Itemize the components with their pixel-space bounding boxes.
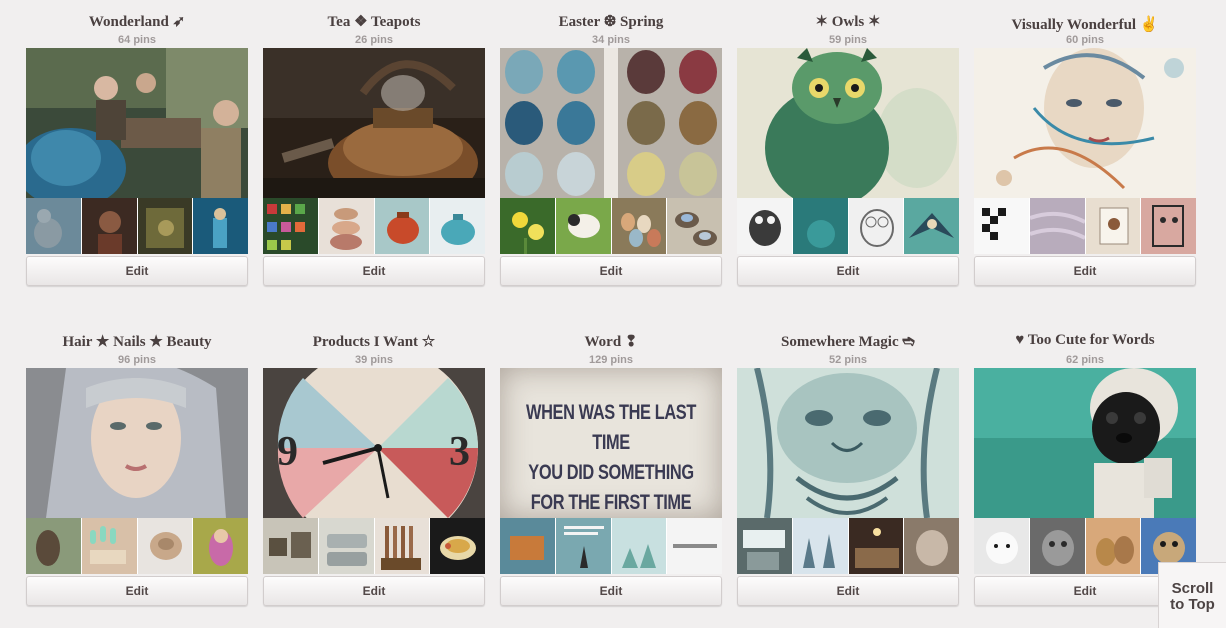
clock-numeral-label: 3 bbox=[449, 429, 470, 475]
thumbnail[interactable] bbox=[193, 518, 248, 574]
thumbnail[interactable] bbox=[555, 198, 611, 254]
board-thumbnails bbox=[500, 518, 722, 574]
thumbnail[interactable] bbox=[263, 198, 318, 254]
pin-count: 39 pins bbox=[355, 354, 393, 366]
pin-count: 60 pins bbox=[1066, 34, 1104, 46]
thumbnail[interactable] bbox=[81, 518, 137, 574]
board-cover-image[interactable] bbox=[974, 48, 1196, 198]
thumbnail[interactable] bbox=[374, 198, 430, 254]
pin-count: 129 pins bbox=[588, 354, 634, 366]
thumbnail[interactable] bbox=[137, 198, 193, 254]
scroll-to-top-label-line1: Scroll bbox=[1171, 580, 1214, 597]
pin-count: 26 pins bbox=[355, 34, 393, 46]
thumbnail[interactable] bbox=[81, 198, 137, 254]
thumbnail[interactable] bbox=[374, 518, 430, 574]
thumbnail[interactable] bbox=[1085, 518, 1141, 574]
thumbnail[interactable] bbox=[430, 518, 485, 574]
board-cover-image[interactable] bbox=[263, 48, 485, 198]
board-title[interactable]: ♥ Too Cute for Words bbox=[954, 332, 1216, 352]
thumbnail[interactable] bbox=[904, 518, 959, 574]
board-thumbnails bbox=[500, 198, 722, 254]
thumbnail[interactable] bbox=[263, 518, 318, 574]
quote-line: YOU DID SOMETHING bbox=[528, 461, 694, 484]
board-thumbnails bbox=[26, 518, 248, 574]
thumbnail[interactable] bbox=[848, 198, 904, 254]
thumbnail[interactable] bbox=[1085, 198, 1141, 254]
thumbnail[interactable] bbox=[318, 198, 374, 254]
edit-button[interactable]: Edit bbox=[500, 576, 722, 606]
board-title[interactable]: Hair ★ Nails ★ Beauty bbox=[6, 332, 268, 352]
board-cover-image[interactable] bbox=[26, 48, 248, 198]
thumbnail[interactable] bbox=[848, 518, 904, 574]
thumbnail[interactable] bbox=[26, 518, 81, 574]
pin-count: 96 pins bbox=[118, 354, 156, 366]
thumbnail[interactable] bbox=[737, 518, 792, 574]
edit-button[interactable]: Edit bbox=[26, 576, 248, 606]
board-thumbnails bbox=[737, 518, 959, 574]
board-title[interactable]: Word ❢ bbox=[480, 332, 742, 352]
board-cover-image[interactable] bbox=[974, 368, 1196, 518]
board-thumbnails bbox=[263, 198, 485, 254]
board-cover-image[interactable] bbox=[500, 48, 722, 198]
board-thumbnails bbox=[263, 518, 485, 574]
thumbnail[interactable] bbox=[430, 198, 485, 254]
edit-button[interactable]: Edit bbox=[974, 256, 1196, 286]
board-title[interactable]: Easter ❆ Spring bbox=[480, 12, 742, 32]
thumbnail[interactable] bbox=[137, 518, 193, 574]
board-cover-image[interactable]: WHEN WAS THE LAST TIME YOU DID SOMETHING… bbox=[500, 368, 722, 518]
pin-count: 59 pins bbox=[829, 34, 867, 46]
thumbnail[interactable] bbox=[792, 518, 848, 574]
board-title[interactable]: Wonderland ➶ bbox=[6, 12, 268, 32]
board-title[interactable]: Somewhere Magic ➬ bbox=[717, 332, 979, 352]
pin-count: 52 pins bbox=[829, 354, 867, 366]
thumbnail[interactable] bbox=[667, 518, 722, 574]
edit-button[interactable]: Edit bbox=[263, 256, 485, 286]
thumbnail[interactable] bbox=[667, 198, 722, 254]
thumbnail[interactable] bbox=[193, 198, 248, 254]
thumbnail[interactable] bbox=[318, 518, 374, 574]
edit-button[interactable]: Edit bbox=[263, 576, 485, 606]
board-cover-image[interactable] bbox=[26, 368, 248, 518]
edit-button[interactable]: Edit bbox=[500, 256, 722, 286]
thumbnail[interactable] bbox=[500, 198, 555, 254]
quote-line: WHEN WAS THE LAST TIME bbox=[526, 401, 696, 454]
clock-numeral-label: 9 bbox=[277, 429, 298, 475]
thumbnail[interactable] bbox=[792, 198, 848, 254]
thumbnail[interactable] bbox=[611, 518, 667, 574]
board-title[interactable]: Products I Want ☆ bbox=[243, 332, 505, 352]
thumbnail[interactable] bbox=[737, 198, 792, 254]
board-thumbnails bbox=[974, 198, 1196, 254]
edit-button[interactable]: Edit bbox=[737, 576, 959, 606]
edit-button[interactable]: Edit bbox=[26, 256, 248, 286]
thumbnail[interactable] bbox=[974, 518, 1029, 574]
thumbnail[interactable] bbox=[974, 198, 1029, 254]
board-cover-image[interactable]: 9 3 bbox=[263, 368, 485, 518]
scroll-to-top-label-line2: to Top bbox=[1170, 596, 1215, 613]
quote-line: FOR THE FIRST TIME ? bbox=[530, 491, 692, 514]
thumbnail[interactable] bbox=[611, 198, 667, 254]
pin-count: 64 pins bbox=[118, 34, 156, 46]
board-title[interactable]: Visually Wonderful ✌ bbox=[954, 15, 1216, 35]
thumbnail[interactable] bbox=[1029, 198, 1085, 254]
board-thumbnails bbox=[737, 198, 959, 254]
pin-count: 62 pins bbox=[1066, 354, 1104, 366]
thumbnail[interactable] bbox=[555, 518, 611, 574]
thumbnail[interactable] bbox=[904, 198, 959, 254]
quote-text: WHEN WAS THE LAST TIME YOU DID SOMETHING… bbox=[524, 398, 697, 518]
thumbnail[interactable] bbox=[1029, 518, 1085, 574]
edit-button[interactable]: Edit bbox=[737, 256, 959, 286]
thumbnail[interactable] bbox=[1141, 198, 1196, 254]
pin-count: 34 pins bbox=[592, 34, 630, 46]
board-title[interactable]: ✶ Owls ✶ bbox=[717, 12, 979, 32]
board-thumbnails bbox=[26, 198, 248, 254]
board-cover-image[interactable] bbox=[737, 48, 959, 198]
board-cover-image[interactable] bbox=[737, 368, 959, 518]
board-title[interactable]: Tea ❖ Teapots bbox=[243, 12, 505, 32]
thumbnail[interactable] bbox=[500, 518, 555, 574]
thumbnail[interactable] bbox=[26, 198, 81, 254]
scroll-to-top-button[interactable]: Scroll to Top bbox=[1158, 562, 1226, 628]
